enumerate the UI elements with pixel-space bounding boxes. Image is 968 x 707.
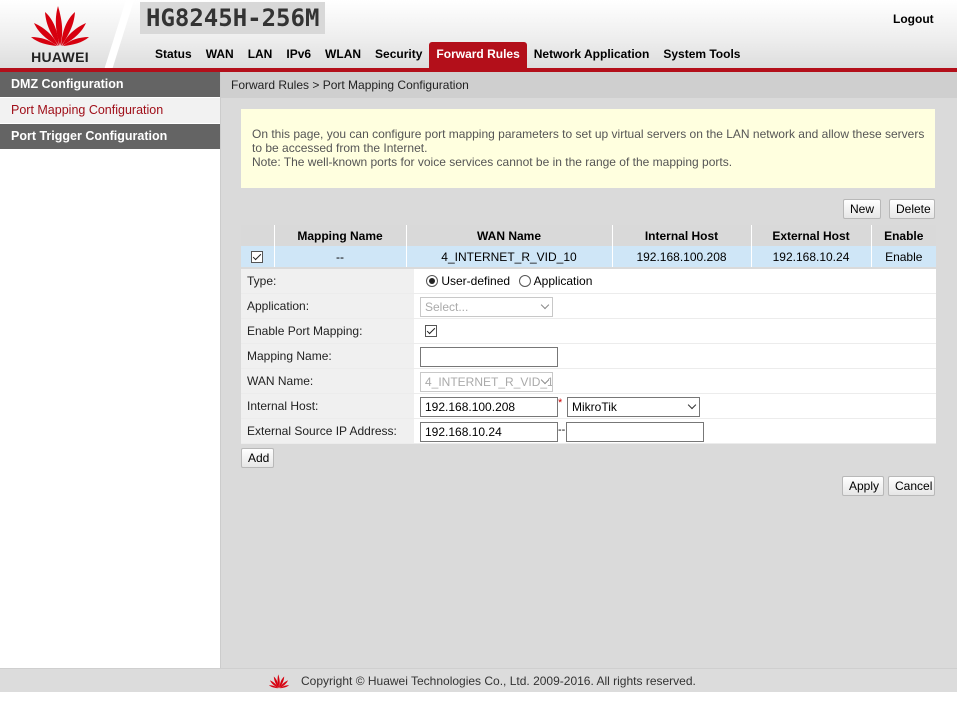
external-ip-end-input[interactable] — [566, 422, 704, 442]
external-ip-cell: 192.168.10.24 -- — [415, 419, 936, 443]
row-select-cell[interactable] — [241, 246, 275, 267]
radio-user-defined[interactable]: User-defined — [426, 274, 510, 288]
internal-host-input[interactable]: 192.168.100.208 — [420, 397, 558, 417]
wan-name-label: WAN Name: — [241, 369, 415, 393]
col-header-internal-host: Internal Host — [612, 225, 752, 246]
nav-security[interactable]: Security — [368, 42, 429, 68]
notice-text: On this page, you can configure port map… — [252, 127, 925, 155]
enable-cell — [415, 319, 936, 343]
delete-button[interactable]: Delete — [889, 199, 935, 219]
sidebar-item-port-mapping[interactable]: Port Mapping Configuration — [0, 98, 220, 124]
form-row-mapping-name: Mapping Name: — [241, 344, 936, 369]
notice-note: Note: The well-known ports for voice ser… — [252, 155, 733, 169]
wan-name-cell: 4_INTERNET_R_VID_10 — [415, 369, 936, 393]
footer: Copyright © Huawei Technologies Co., Ltd… — [0, 668, 957, 692]
form-row-application: Application: Select... — [241, 294, 936, 319]
radio-application[interactable]: Application — [519, 274, 592, 288]
radio-user-defined-circle[interactable] — [426, 275, 438, 287]
row-mapping-name: -- — [274, 246, 407, 267]
type-options: User-defined Application — [415, 269, 936, 293]
main-content: Forward Rules > Port Mapping Configurati… — [221, 72, 957, 668]
mapping-name-cell — [415, 344, 936, 368]
row-internal-host: 192.168.100.208 — [612, 246, 752, 267]
chevron-down-icon — [687, 400, 697, 410]
page-right-margin — [957, 0, 968, 707]
logout-link[interactable]: Logout — [893, 12, 934, 26]
port-mapping-form: Type: User-defined Application Applicati… — [241, 269, 936, 444]
cancel-button[interactable]: Cancel — [888, 476, 935, 496]
radio-user-defined-label: User-defined — [441, 274, 511, 288]
breadcrumb: Forward Rules > Port Mapping Configurati… — [221, 72, 957, 98]
port-mapping-table: Mapping Name WAN Name Internal Host Exte… — [241, 225, 936, 267]
nav-forward-rules[interactable]: Forward Rules — [429, 42, 527, 68]
nav-lan[interactable]: LAN — [241, 42, 280, 68]
device-model-title: HG8245H-256M — [140, 2, 326, 34]
application-cell: Select... — [415, 294, 936, 318]
main-nav: Status WAN LAN IPv6 WLAN Security Forwar… — [148, 42, 747, 68]
new-button[interactable]: New — [843, 199, 881, 219]
nav-wlan[interactable]: WLAN — [318, 42, 368, 68]
nav-ipv6[interactable]: IPv6 — [279, 42, 318, 68]
range-separator: -- — [558, 424, 566, 436]
add-bar: Add — [241, 444, 936, 470]
enable-port-mapping-checkbox[interactable] — [425, 325, 437, 337]
apply-button[interactable]: Apply — [842, 476, 884, 496]
row-checkbox[interactable] — [251, 251, 264, 264]
form-row-internal-host: Internal Host: 192.168.100.208 * MikroTi… — [241, 394, 936, 419]
application-select[interactable]: Select... — [420, 297, 553, 317]
mapping-name-label: Mapping Name: — [241, 344, 415, 368]
huawei-flower-icon — [31, 6, 89, 46]
nav-network-application[interactable]: Network Application — [527, 42, 657, 68]
application-select-value: Select... — [425, 300, 469, 314]
header: HUAWEI HG8245H-256M Logout Status WAN LA… — [0, 0, 957, 70]
brand-text: HUAWEI — [31, 49, 89, 65]
row-enable: Enable — [871, 246, 936, 267]
sidebar-item-dmz[interactable]: DMZ Configuration — [0, 72, 220, 98]
radio-application-label: Application — [533, 274, 593, 288]
sidebar: DMZ Configuration Port Mapping Configura… — [0, 72, 221, 668]
enable-port-mapping-label: Enable Port Mapping: — [241, 319, 415, 343]
info-notice: On this page, you can configure port map… — [241, 109, 935, 188]
row-wan-name: 4_INTERNET_R_VID_10 — [406, 246, 613, 267]
header-divider — [104, 0, 134, 70]
wan-name-select[interactable]: 4_INTERNET_R_VID_10 — [420, 372, 553, 392]
form-row-wan-name: WAN Name: 4_INTERNET_R_VID_10 — [241, 369, 936, 394]
lan-device-select[interactable]: MikroTik — [567, 397, 700, 417]
form-row-enable: Enable Port Mapping: — [241, 319, 936, 344]
table-row[interactable]: -- 4_INTERNET_R_VID_10 192.168.100.208 1… — [241, 246, 936, 267]
col-header-mapping-name: Mapping Name — [274, 225, 407, 246]
wan-name-select-value: 4_INTERNET_R_VID_10 — [425, 375, 553, 389]
nav-wan[interactable]: WAN — [199, 42, 241, 68]
row-external-host: 192.168.10.24 — [751, 246, 872, 267]
huawei-flower-icon — [268, 674, 290, 689]
add-button[interactable]: Add — [241, 448, 274, 468]
nav-system-tools[interactable]: System Tools — [656, 42, 747, 68]
external-ip-label: External Source IP Address: — [241, 419, 415, 443]
radio-application-circle[interactable] — [519, 275, 531, 287]
type-label: Type: — [241, 269, 415, 293]
col-header-external-host: External Host — [751, 225, 872, 246]
copyright-text: Copyright © Huawei Technologies Co., Ltd… — [301, 674, 696, 688]
chevron-down-icon — [540, 300, 550, 310]
form-row-external-ip: External Source IP Address: 192.168.10.2… — [241, 419, 936, 444]
external-ip-start-input[interactable]: 192.168.10.24 — [420, 422, 558, 442]
nav-status[interactable]: Status — [148, 42, 199, 68]
form-row-type: Type: User-defined Application — [241, 269, 936, 294]
col-header-wan-name: WAN Name — [406, 225, 613, 246]
internal-host-label: Internal Host: — [241, 394, 415, 418]
col-header-select — [241, 225, 275, 246]
sidebar-item-port-trigger[interactable]: Port Trigger Configuration — [0, 124, 220, 150]
table-header-row: Mapping Name WAN Name Internal Host Exte… — [241, 225, 936, 246]
huawei-logo: HUAWEI — [14, 2, 106, 65]
lan-device-select-value: MikroTik — [572, 400, 617, 414]
col-header-enable: Enable — [871, 225, 936, 246]
internal-host-cell: 192.168.100.208 * MikroTik — [415, 394, 936, 418]
required-marker: * — [558, 397, 563, 409]
application-label: Application: — [241, 294, 415, 318]
mapping-name-input[interactable] — [420, 347, 558, 367]
